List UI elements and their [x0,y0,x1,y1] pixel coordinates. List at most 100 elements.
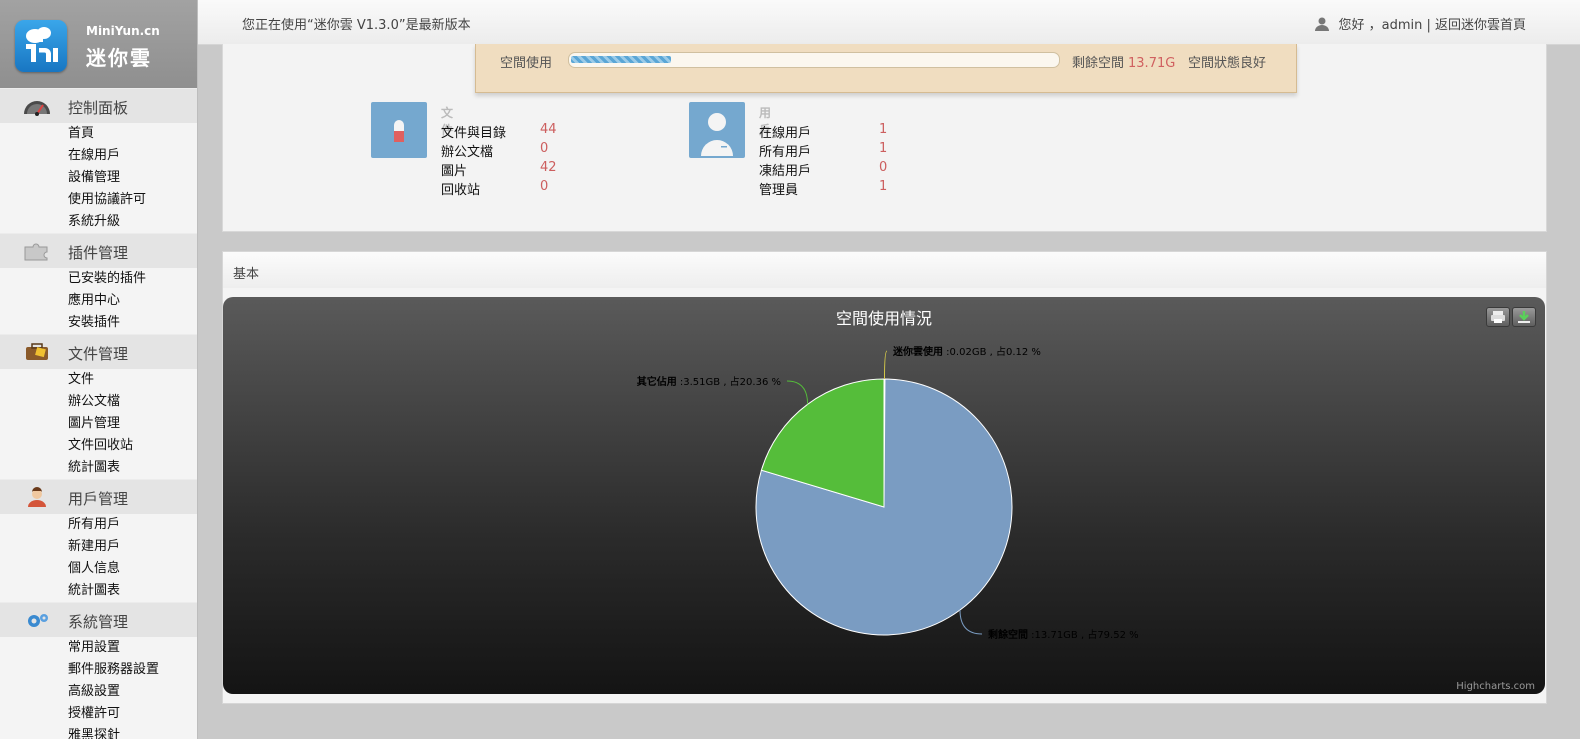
nav-group-control-panel: 控制面板 首頁 在線用戶 設備管理 使用協議許可 系統升級 [0,88,197,233]
nav-group-title: 插件管理 [68,244,129,262]
nav-item-devices[interactable]: 設備管理 [0,167,197,189]
nav-item-file-statistics[interactable]: 統計圖表 [0,457,197,479]
nav-item-system-upgrade[interactable]: 系統升級 [0,211,197,233]
nav-item-file-recycle-bin[interactable]: 文件回收站 [0,435,197,457]
basic-panel-title: 基本 [233,267,260,282]
stat-value: 0 [540,179,549,194]
nav-item-advanced-settings[interactable]: 高級設置 [0,681,197,703]
stat-label: 辦公文檔 [441,145,494,160]
nav-group-header[interactable]: 文件管理 [0,334,197,369]
nav-group-users: 用戶管理 所有用戶 新建用戶 個人信息 統計圖表 [0,479,197,602]
stat-row: 辦公文檔 0 [441,141,601,160]
stat-label: 管理員 [759,183,799,198]
user-avatar-icon [28,487,46,507]
stat-value: 42 [540,160,557,175]
nav-group-title: 文件管理 [68,345,129,363]
nav-group-system: 系統管理 常用設置 郵件服務器設置 高級設置 授權許可 雅黑探針 [0,602,197,739]
nav-group-title: 系統管理 [68,613,129,631]
nav-item-installed-plugins[interactable]: 已安裝的插件 [0,268,197,290]
greeting-text[interactable]: 您好 ，admin | 返回迷你雲首頁 [1338,18,1526,33]
nav-group-header[interactable]: 系統管理 [0,602,197,637]
space-status: 空間狀態良好 [1188,56,1267,71]
space-usage-track [568,52,1060,68]
nav-item-files[interactable]: 文件 [0,369,197,391]
nav-group-title: 用戶管理 [68,490,129,508]
stat-value: 1 [879,122,888,137]
chart-title: 空間使用情況 [836,309,932,328]
pie-data-label-name: 其它佔用 [637,375,677,388]
stat-row: 文件與目錄 44 [441,122,601,141]
nav-group-header[interactable]: 用戶管理 [0,479,197,514]
stat-label: 在線用戶 [759,126,812,141]
download-icon [1518,311,1530,323]
stat-row: 凍結用戶 0 [759,160,919,179]
space-usage-chart: 空間使用情況 迷你雲使用 :0.02GB , 占0.12 % 剩餘空間 :13.7… [223,297,1545,694]
pie-data-label-value: :0.02GB , 占0.12 % [943,345,1041,358]
nav-item-install-plugin[interactable]: 安裝插件 [0,312,197,334]
logo[interactable]: MiniYun.cn 迷你雲 [0,0,197,88]
nav-group-plugins: 插件管理 已安裝的插件 應用中心 安裝插件 [0,233,197,334]
pie-data-label-value: :3.51GB , 占20.36 % [677,375,781,388]
nav-group-header[interactable]: 控制面板 [0,88,197,123]
chart-credit[interactable]: Highcharts.com [1456,681,1535,692]
space-remaining-value: 13.71G [1128,56,1176,71]
nav-item-user-statistics[interactable]: 統計圖表 [0,580,197,602]
nav-item-license-agreement[interactable]: 使用協議許可 [0,189,197,211]
nav-item-app-center[interactable]: 應用中心 [0,290,197,312]
file-capsule-icon [371,102,427,158]
pie-chart-svg: 空間使用情況 迷你雲使用 :0.02GB , 占0.12 % 剩餘空間 :13.7… [637,309,1535,692]
print-chart-button[interactable] [1486,307,1510,327]
export-chart-button[interactable] [1512,307,1536,327]
space-usage-bar: 空間使用 剩餘空間 13.71G 空間狀態良好 [475,44,1297,93]
stat-value: 0 [879,160,888,175]
nav-item-home[interactable]: 首頁 [0,123,197,145]
nav-item-online-users[interactable]: 在線用戶 [0,145,197,167]
stat-label: 回收站 [441,183,481,198]
nav-group-files: 文件管理 文件 辦公文檔 圖片管理 文件回收站 統計圖表 [0,334,197,479]
user-doctor-icon [689,102,745,158]
space-remaining-label: 剩餘空間 [1072,56,1125,71]
stats-panel: 空間使用 剩餘空間 13.71G 空間狀態良好 文件 文件與目錄 44 辦公文檔 0 … [222,44,1547,232]
user-icon [1315,17,1330,31]
stat-value: 1 [879,179,888,194]
nav-item-image-management[interactable]: 圖片管理 [0,413,197,435]
stat-row: 所有用戶 1 [759,141,919,160]
nav-item-common-settings[interactable]: 常用設置 [0,637,197,659]
pie-data-label: 其它佔用 :3.51GB , 占20.36 % [637,375,781,388]
pie-label-connector [883,350,888,380]
version-message: 您正在使用“迷你雲 V1.3.0”是最新版本 [242,18,471,33]
stat-row: 在線用戶 1 [759,122,919,141]
logo-text-cn: 迷你雲 [86,46,152,70]
space-usage-fill [571,56,671,63]
nav-item-yahei-probe[interactable]: 雅黑探針 [0,725,197,739]
logo-text-en: MiniYun.cn [86,24,160,38]
stat-label: 凍結用戶 [759,164,812,179]
stat-label: 文件與目錄 [441,126,507,141]
dashboard-gauge-icon [24,101,50,116]
stat-value: 44 [540,122,557,137]
top-bar: 您正在使用“迷你雲 V1.3.0”是最新版本 您好 ，admin | 返回迷你雲… [198,0,1580,45]
miniyun-logo-icon [15,20,67,72]
basic-panel-header: 基本 [222,251,1547,289]
nav-item-personal-info[interactable]: 個人信息 [0,558,197,580]
pie-data-label: 迷你雲使用 :0.02GB , 占0.12 % [892,345,1041,358]
nav-item-office-docs[interactable]: 辦公文檔 [0,391,197,413]
stat-row: 回收站 0 [441,179,601,198]
stat-value: 0 [540,141,549,156]
stat-row: 圖片 42 [441,160,601,179]
space-remaining: 剩餘空間 13.71G [1072,52,1175,71]
stat-row: 管理員 1 [759,179,919,198]
nav-group-header[interactable]: 插件管理 [0,233,197,268]
gears-icon [28,614,48,627]
user-greeting[interactable]: 您好 ，admin | 返回迷你雲首頁 [1314,14,1526,33]
folder-case-icon [26,343,48,360]
stat-label: 圖片 [441,164,468,179]
nav-item-all-users[interactable]: 所有用戶 [0,514,197,536]
nav-item-new-user[interactable]: 新建用戶 [0,536,197,558]
pie-data-label: 剩餘空間 :13.71GB , 占79.52 % [988,628,1139,641]
nav-group-title: 控制面板 [68,99,129,117]
nav-item-authorization-license[interactable]: 授權許可 [0,703,197,725]
pie-data-label-name: 迷你雲使用 [892,345,943,358]
pie-data-label-name: 剩餘空間 [988,628,1028,641]
nav-item-mail-server-settings[interactable]: 郵件服務器設置 [0,659,197,681]
